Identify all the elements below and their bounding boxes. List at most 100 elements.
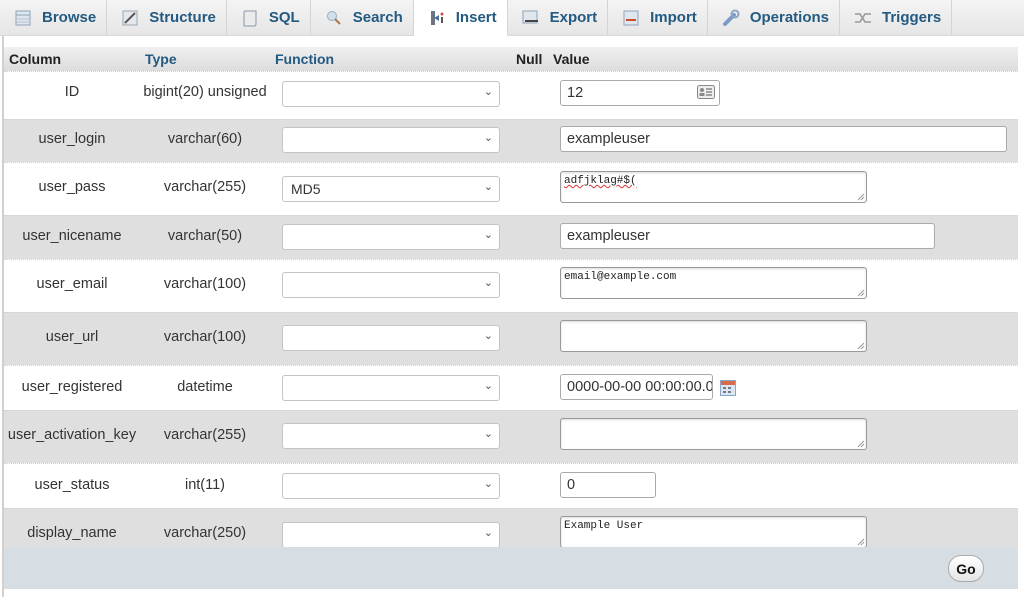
- function-select[interactable]: ⌄: [282, 473, 500, 499]
- tab-triggers[interactable]: Triggers: [840, 0, 953, 35]
- function-select[interactable]: ⌄: [282, 325, 500, 351]
- tab-label: Triggers: [882, 9, 942, 26]
- value-input[interactable]: exampleuser: [560, 126, 1007, 152]
- table-row: user_pass varchar(255) MD5 ⌄ adfjklag#$(: [4, 162, 1018, 215]
- column-name: user_nicename: [22, 228, 122, 244]
- header-column: Column: [9, 51, 62, 67]
- value-textarea[interactable]: adfjklag#$(: [560, 171, 867, 203]
- resize-grip-icon[interactable]: [857, 538, 865, 546]
- header-null: Null: [516, 51, 543, 67]
- table-row: user_status int(11) ⌄ 0: [4, 463, 1018, 508]
- tab-structure[interactable]: Structure: [107, 0, 227, 35]
- value-input[interactable]: 0: [560, 472, 656, 498]
- table-row: user_email varchar(100) ⌄ email@example.…: [4, 259, 1018, 312]
- tab-label: Structure: [149, 9, 216, 26]
- column-name: user_pass: [38, 179, 106, 195]
- table-row: ID bigint(20) unsigned ⌄ 12: [4, 71, 1018, 119]
- triggers-icon: [854, 9, 872, 27]
- tab-export[interactable]: Export: [508, 0, 609, 35]
- value-text: 0000-00-00 00:00:00.0: [567, 379, 713, 395]
- import-icon: [622, 9, 640, 27]
- contact-card-icon: [697, 85, 715, 103]
- column-type: varchar(60): [167, 131, 243, 147]
- value-textarea[interactable]: email@example.com: [560, 267, 867, 299]
- table-row: user_nicename varchar(50) ⌄ exampleuser: [4, 215, 1018, 259]
- chevron-down-icon: ⌄: [483, 380, 493, 392]
- function-select[interactable]: ⌄: [282, 272, 500, 298]
- value-textarea[interactable]: [560, 320, 867, 352]
- value-text: exampleuser: [567, 131, 651, 147]
- tab-label: Export: [549, 9, 598, 26]
- tab-search[interactable]: Search: [311, 0, 414, 35]
- column-name: display_name: [27, 525, 117, 541]
- value-input[interactable]: 12: [560, 80, 720, 106]
- resize-grip-icon[interactable]: [857, 193, 865, 201]
- tab-label: Operations: [749, 9, 829, 26]
- table-row: user_registered datetime ⌄ 0000-00-00 00…: [4, 365, 1018, 410]
- chevron-down-icon: ⌄: [483, 132, 493, 144]
- column-type: varchar(50): [167, 228, 243, 244]
- sql-icon: [241, 9, 259, 27]
- column-type: varchar(100): [163, 329, 247, 345]
- function-select[interactable]: ⌄: [282, 81, 500, 107]
- tab-label: Import: [650, 9, 697, 26]
- function-select[interactable]: ⌄: [282, 423, 500, 449]
- header-function[interactable]: Function: [275, 51, 334, 67]
- value-text: 0: [567, 477, 576, 493]
- tab-import[interactable]: Import: [608, 0, 708, 35]
- tab-operations[interactable]: Operations: [708, 0, 840, 35]
- chevron-down-icon: ⌄: [483, 181, 493, 193]
- column-type: datetime: [177, 379, 233, 395]
- column-type: bigint(20) unsigned: [143, 84, 267, 100]
- tab-sql[interactable]: SQL: [227, 0, 311, 35]
- chevron-down-icon: ⌄: [483, 229, 493, 241]
- chevron-down-icon: ⌄: [483, 527, 493, 539]
- column-type: varchar(255): [163, 179, 247, 195]
- value-text: 12: [567, 85, 584, 101]
- operations-icon: [722, 9, 740, 27]
- header-type[interactable]: Type: [145, 51, 177, 67]
- value-textarea[interactable]: [560, 418, 867, 450]
- function-value: MD5: [291, 181, 321, 197]
- chevron-down-icon: ⌄: [483, 277, 493, 289]
- function-select[interactable]: MD5 ⌄: [282, 176, 500, 202]
- search-icon: [325, 9, 343, 27]
- column-type: varchar(100): [163, 276, 247, 292]
- column-name: user_activation_key: [7, 427, 137, 443]
- value-text: adfjklag#$(: [564, 175, 637, 187]
- resize-grip-icon[interactable]: [857, 289, 865, 297]
- function-select[interactable]: ⌄: [282, 522, 500, 548]
- calendar-icon[interactable]: [720, 380, 736, 401]
- column-type: varchar(250): [163, 525, 247, 541]
- resize-grip-icon[interactable]: [857, 342, 865, 350]
- datetime-input[interactable]: 0000-00-00 00:00:00.0: [560, 374, 713, 400]
- column-name: user_email: [36, 276, 108, 292]
- chevron-down-icon: ⌄: [483, 428, 493, 440]
- resize-grip-icon[interactable]: [857, 440, 865, 448]
- column-type: varchar(255): [163, 427, 247, 443]
- column-type: int(11): [184, 477, 226, 493]
- value-input[interactable]: exampleuser: [560, 223, 935, 249]
- column-name: ID: [64, 84, 80, 100]
- header-value: Value: [553, 51, 590, 67]
- tab-label: SQL: [268, 9, 300, 26]
- export-icon: [522, 9, 540, 27]
- value-textarea[interactable]: Example User: [560, 516, 867, 548]
- go-button[interactable]: Go: [948, 555, 984, 582]
- tab-browse[interactable]: Browse: [0, 0, 108, 35]
- tab-label: Search: [352, 9, 403, 26]
- chevron-down-icon: ⌄: [483, 478, 493, 490]
- tab-bar: Browse Structure SQL Search Insert Expor…: [0, 0, 1024, 36]
- insert-form-table: Column Type Function Null Value ID bigin…: [4, 47, 1018, 561]
- insert-icon: [428, 9, 446, 27]
- value-text: Example User: [564, 520, 644, 532]
- function-select[interactable]: ⌄: [282, 375, 500, 401]
- tab-insert[interactable]: Insert: [413, 0, 508, 36]
- table-header: Column Type Function Null Value: [4, 47, 1018, 71]
- chevron-down-icon: ⌄: [483, 86, 493, 98]
- column-name: user_login: [38, 131, 106, 147]
- function-select[interactable]: ⌄: [282, 127, 500, 153]
- function-select[interactable]: ⌄: [282, 224, 500, 250]
- table-row: user_activation_key varchar(255) ⌄: [4, 410, 1018, 463]
- column-name: user_url: [45, 329, 99, 345]
